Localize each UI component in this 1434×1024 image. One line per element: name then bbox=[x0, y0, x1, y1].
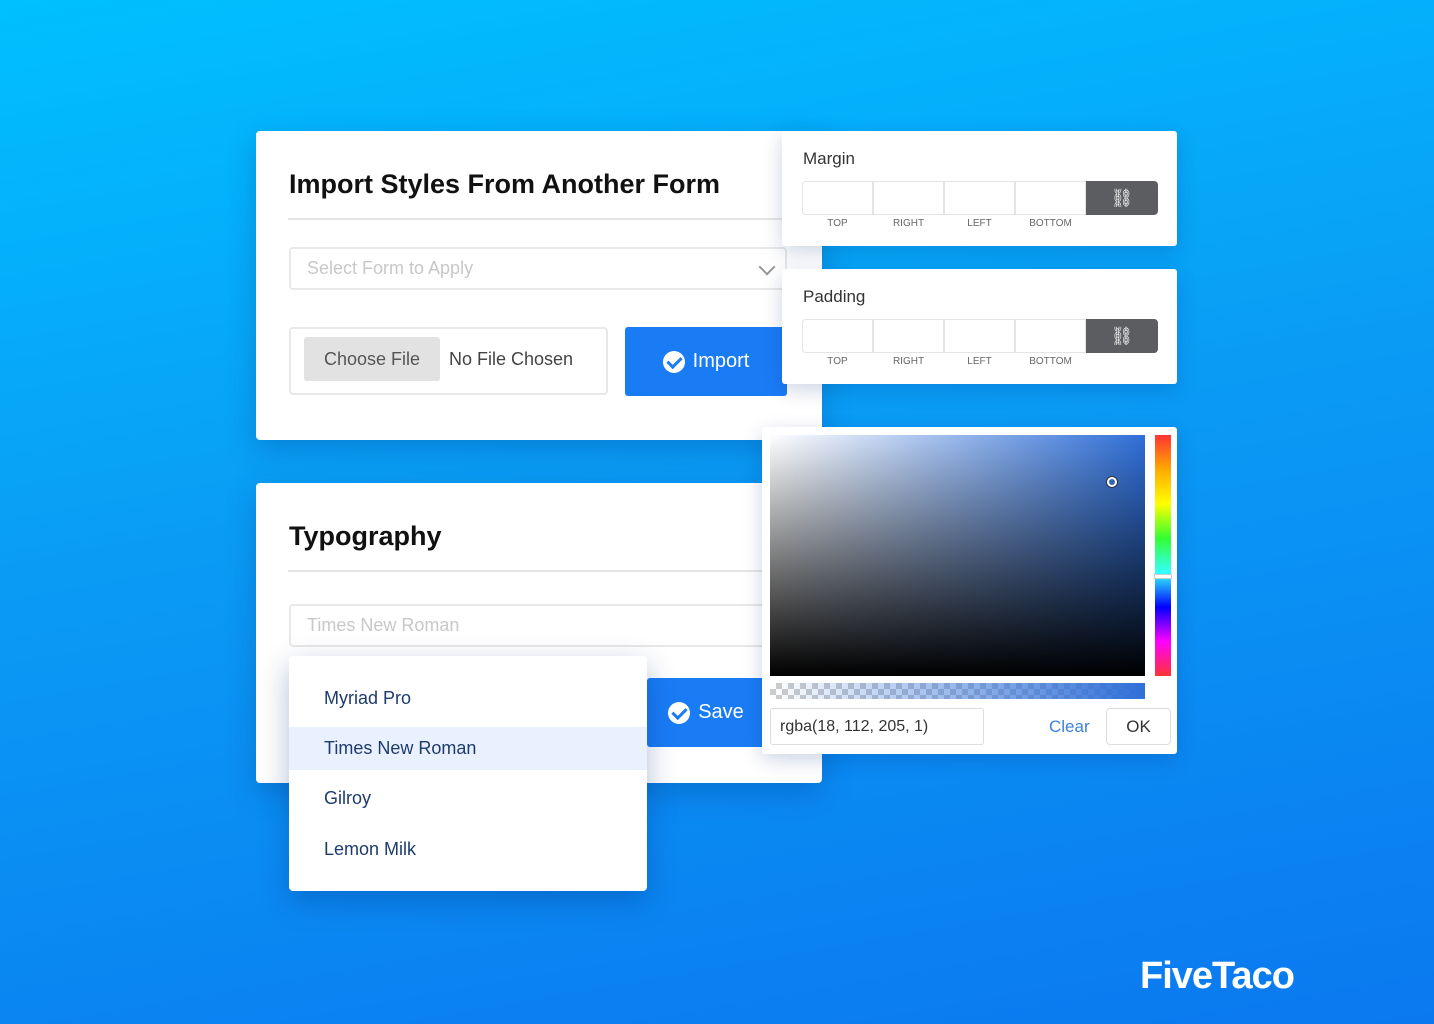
chevron-down-icon bbox=[758, 258, 776, 276]
font-select-value: Times New Roman bbox=[307, 615, 460, 635]
color-value-input[interactable]: rgba(18, 112, 205, 1) bbox=[770, 708, 984, 745]
label-top: TOP bbox=[827, 218, 848, 229]
label-right: RIGHT bbox=[892, 218, 925, 229]
margin-panel: Margin ⛓ TOP RIGHT LEFT BOTTOM bbox=[782, 131, 1177, 246]
hue-slider[interactable] bbox=[1154, 435, 1172, 676]
padding-left-input[interactable] bbox=[944, 319, 1015, 353]
padding-bottom-input[interactable] bbox=[1015, 319, 1086, 353]
font-option[interactable]: Myriad Pro bbox=[289, 677, 647, 720]
check-circle-icon bbox=[668, 701, 691, 724]
font-dropdown-menu: Myriad Pro Times New Roman Gilroy Lemon … bbox=[289, 656, 647, 891]
padding-panel: Padding ⛓ TOP RIGHT LEFT BOTTOM bbox=[782, 269, 1177, 384]
font-option-highlighted[interactable]: Times New Roman bbox=[289, 727, 647, 770]
choose-file-button[interactable]: Choose File bbox=[304, 337, 440, 381]
padding-title: Padding bbox=[803, 287, 866, 306]
label-top: TOP bbox=[827, 356, 848, 367]
select-form-dropdown[interactable]: Select Form to Apply bbox=[289, 247, 787, 290]
color-cursor[interactable] bbox=[1107, 477, 1117, 487]
padding-right-input[interactable] bbox=[873, 319, 944, 353]
margin-top-input[interactable] bbox=[802, 181, 873, 215]
label-right: RIGHT bbox=[892, 356, 925, 367]
margin-bottom-input[interactable] bbox=[1015, 181, 1086, 215]
check-circle-icon bbox=[662, 350, 685, 373]
clear-button[interactable]: Clear bbox=[1049, 717, 1090, 737]
save-label: Save bbox=[698, 701, 744, 723]
import-label: Import bbox=[692, 350, 750, 372]
font-option[interactable]: Gilroy bbox=[289, 777, 647, 820]
margin-title: Margin bbox=[803, 149, 855, 168]
divider bbox=[288, 570, 768, 572]
label-bottom: BOTTOM bbox=[1029, 218, 1072, 229]
hue-handle[interactable] bbox=[1154, 574, 1172, 579]
no-file-label: No File Chosen bbox=[449, 349, 574, 369]
file-input[interactable]: Choose File No File Chosen bbox=[289, 327, 608, 395]
unlink-icon[interactable]: ⛓ bbox=[1086, 319, 1158, 353]
fivetaco-logo: FiveTaco bbox=[1140, 955, 1295, 997]
padding-top-input[interactable] bbox=[802, 319, 873, 353]
select-placeholder: Select Form to Apply bbox=[307, 258, 474, 278]
font-option[interactable]: Lemon Milk bbox=[289, 828, 647, 871]
import-styles-card: Import Styles From Another Form Select F… bbox=[256, 131, 822, 440]
color-picker: rgba(18, 112, 205, 1) Clear OK bbox=[762, 427, 1177, 754]
label-left: LEFT bbox=[967, 356, 992, 367]
alpha-slider[interactable] bbox=[770, 683, 1145, 699]
save-button[interactable]: Save bbox=[647, 678, 765, 747]
font-select[interactable]: Times New Roman bbox=[289, 604, 773, 647]
divider bbox=[288, 218, 784, 220]
label-bottom: BOTTOM bbox=[1029, 356, 1072, 367]
import-title: Import Styles From Another Form bbox=[289, 169, 721, 199]
unlink-icon[interactable]: ⛓ bbox=[1086, 181, 1158, 215]
margin-left-input[interactable] bbox=[944, 181, 1015, 215]
label-left: LEFT bbox=[967, 218, 992, 229]
ok-button[interactable]: OK bbox=[1106, 708, 1171, 745]
import-button[interactable]: Import bbox=[625, 327, 787, 396]
margin-right-input[interactable] bbox=[873, 181, 944, 215]
saturation-area[interactable] bbox=[770, 435, 1145, 676]
typography-title: Typography bbox=[289, 521, 442, 551]
